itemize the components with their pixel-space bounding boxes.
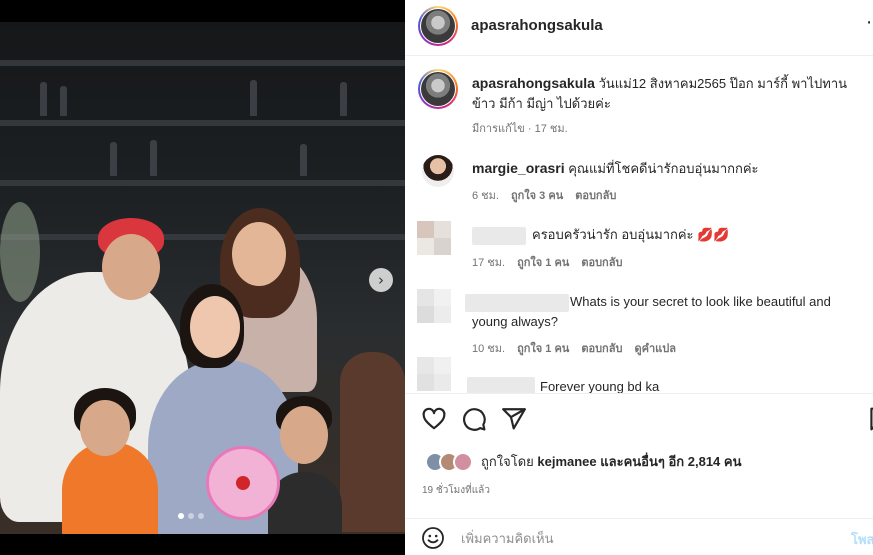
translate-button[interactable]: ดูคำแปล [634, 339, 676, 357]
heart-icon[interactable] [421, 406, 447, 432]
comment-text: คุณแม่ที่โชคดีน่ารักอบอุ่นมากกค่ะ [568, 161, 759, 176]
comment-likes[interactable]: ถูกใจ 1 คน [517, 339, 569, 357]
comment-text: Forever young bd ka [540, 379, 660, 393]
carousel-indicator [178, 513, 204, 519]
post-media-panel: › [0, 0, 405, 555]
commenter-avatar[interactable] [417, 221, 451, 255]
comment-meta: 17 ชม. ถูกใจ 1 คน ตอบกลับ [472, 253, 622, 271]
likes-summary: ถูกใจโดย kejmanee และคนอื่นๆ อีก 2,814 ค… [425, 451, 741, 472]
author-username[interactable]: apasrahongsakula [471, 17, 603, 34]
likes-text: ถูกใจโดย kejmanee และคนอื่นๆ อีก 2,814 ค… [481, 454, 742, 469]
reply-button[interactable]: ตอบกลับ [575, 186, 616, 204]
caption-avatar[interactable] [418, 69, 458, 109]
more-icon[interactable]: ⋯ [866, 12, 873, 33]
post-timestamp[interactable]: 19 ชั่วโมงที่แล้ว [422, 483, 490, 498]
comment: ครอบครัวน่ารัก อบอุ่นมากค่ะ 💋💋 [532, 225, 862, 245]
comment-likes[interactable]: ถูกใจ 1 คน [517, 253, 569, 271]
post-photo[interactable] [0, 22, 405, 534]
carousel-dot [188, 513, 194, 519]
comment-text: Whats is your secret to look like beauti… [472, 294, 831, 329]
reply-button[interactable]: ตอบกลับ [581, 253, 622, 271]
caption-username[interactable]: apasrahongsakula [472, 75, 595, 91]
comment-meta: 10 ชม. ถูกใจ 1 คน ตอบกลับ ดูคำแปล [472, 339, 676, 357]
lips-emoji: 💋💋 [697, 227, 730, 242]
post-actions: ถูกใจโดย kejmanee และคนอื่นๆ อีก 2,814 ค… [405, 393, 873, 503]
post-side-panel: apasrahongsakula ⋯ apasrahongsakula วันแ… [405, 0, 873, 555]
comment-icon[interactable] [461, 406, 487, 432]
comments-list[interactable]: apasrahongsakula วันแม่12 สิงหาคม2565 ป๊… [405, 57, 873, 393]
comment-meta: 6 ชม. ถูกใจ 3 คน ตอบกลับ [472, 186, 616, 204]
hidden-username[interactable] [467, 377, 535, 393]
carousel-next-button[interactable]: › [369, 268, 393, 292]
post-header: apasrahongsakula ⋯ [405, 0, 873, 56]
author-avatar[interactable] [418, 6, 458, 46]
commenter-avatar[interactable] [417, 357, 451, 391]
carousel-dot [178, 513, 184, 519]
smile-icon[interactable] [421, 526, 445, 550]
bookmark-icon[interactable] [866, 406, 873, 432]
comment-input[interactable] [461, 527, 821, 549]
carousel-dot [198, 513, 204, 519]
liker-username[interactable]: kejmanee [537, 454, 596, 469]
post-comment-button[interactable]: โพสต์ [851, 529, 873, 550]
comment: Forever young bd ka [540, 377, 870, 393]
commenter-avatar[interactable] [422, 155, 454, 187]
commenter-avatar[interactable] [417, 289, 451, 323]
hidden-username[interactable] [472, 227, 526, 245]
reply-button[interactable]: ตอบกลับ [581, 339, 622, 357]
comment-username[interactable]: margie_orasri [472, 160, 565, 176]
liker-avatar[interactable] [453, 451, 473, 472]
caption-meta: มีการแก้ไข · 17 ชม. [472, 123, 568, 135]
comment-likes[interactable]: ถูกใจ 3 คน [511, 186, 563, 204]
comment-composer: โพสต์ [405, 518, 873, 555]
chevron-right-icon: › [378, 271, 384, 289]
comment: margie_orasri คุณแม่ที่โชคดีน่ารักอบอุ่น… [472, 158, 867, 179]
comment-text: ครอบครัวน่ารัก อบอุ่นมากค่ะ [532, 227, 694, 242]
caption: apasrahongsakula วันแม่12 สิงหาคม2565 ป๊… [472, 73, 867, 114]
likes-others-link[interactable]: คนอื่นๆ อีก 2,814 คน [624, 454, 742, 469]
share-icon[interactable] [501, 406, 527, 432]
comment: Whats is your secret to look like beauti… [472, 292, 867, 332]
